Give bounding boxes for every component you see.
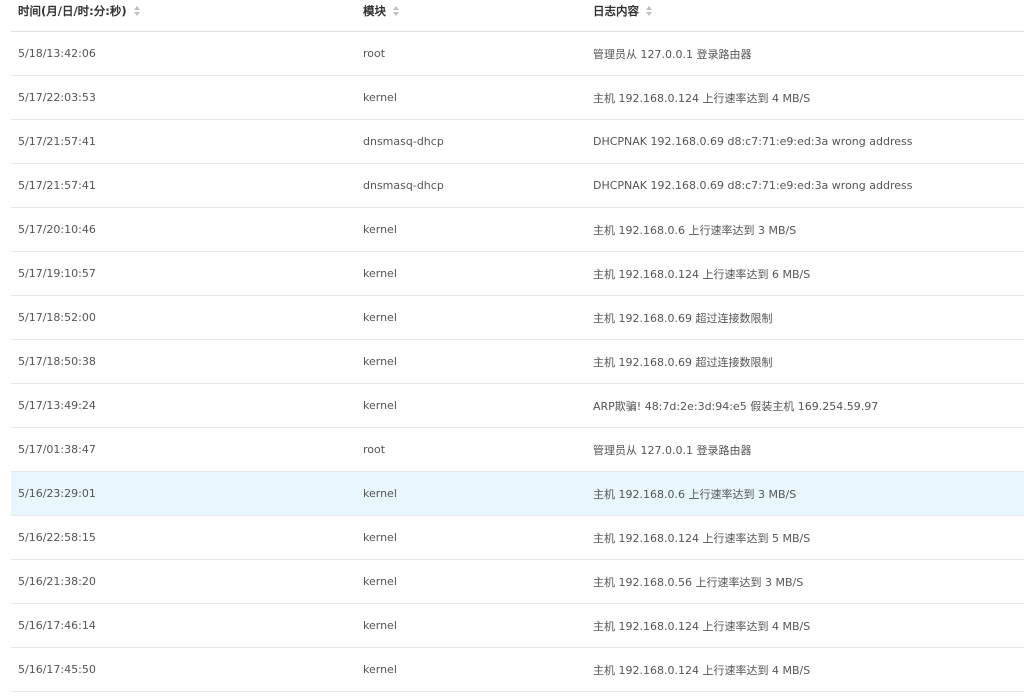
cell-time: 5/17/18:52:00 (18, 311, 96, 324)
table-row[interactable]: 5/17/13:49:24 kernel ARP欺骗! 48:7d:2e:3d:94… (11, 384, 1024, 428)
column-header-module[interactable]: 模块 (363, 0, 583, 22)
cell-content: 主机 192.168.0.69 超过连接数限制 (593, 311, 773, 325)
sort-caret-icon[interactable] (646, 6, 652, 16)
cell-time: 5/16/22:58:15 (18, 531, 96, 544)
cell-module: kernel (363, 355, 397, 368)
cell-content: 管理员从 127.0.0.1 登录路由器 (593, 443, 752, 457)
cell-content: 管理员从 127.0.0.1 登录路由器 (593, 47, 752, 61)
table-row[interactable]: 5/16/17:46:14 kernel 主机 192.168.0.124 上行速率… (11, 604, 1024, 648)
cell-module: kernel (363, 575, 397, 588)
table-row[interactable]: 5/17/18:52:00 kernel 主机 192.168.0.69 超过连接数… (11, 296, 1024, 340)
cell-time: 5/16/23:29:01 (18, 487, 96, 500)
cell-time: 5/17/21:57:41 (18, 179, 96, 192)
cell-module: kernel (363, 531, 397, 544)
cell-content: 主机 192.168.0.124 上行速率达到 4 MB/S (593, 91, 811, 105)
table-row[interactable]: 5/16/22:58:15 kernel 主机 192.168.0.124 上行速率… (11, 516, 1024, 560)
column-header-module-label: 模块 (363, 4, 386, 18)
table-body: 5/18/13:42:06 root 管理员从 127.0.0.1 登录路由器 5/1… (11, 32, 1024, 692)
column-header-time[interactable]: 时间(月/日/时:分:秒) (18, 0, 348, 22)
table-row[interactable]: 5/17/22:03:53 kernel 主机 192.168.0.124 上行速率… (11, 76, 1024, 120)
cell-module: kernel (363, 619, 397, 632)
cell-module: dnsmasq-dhcp (363, 179, 444, 192)
table-header: 时间(月/日/时:分:秒) 模块 日志内容 (11, 0, 1024, 32)
cell-time: 5/17/22:03:53 (18, 91, 96, 104)
column-header-content-label: 日志内容 (593, 4, 639, 18)
cell-time: 5/17/21:57:41 (18, 135, 96, 148)
cell-time: 5/16/17:45:50 (18, 663, 96, 676)
table-row[interactable]: 5/17/20:10:46 kernel 主机 192.168.0.6 上行速率达到… (11, 208, 1024, 252)
cell-content: 主机 192.168.0.56 上行速率达到 3 MB/S (593, 575, 804, 589)
cell-content: DHCPNAK 192.168.0.69 d8:c7:71:e9:ed:3a w… (593, 179, 913, 192)
table-row[interactable]: 5/18/13:42:06 root 管理员从 127.0.0.1 登录路由器 (11, 32, 1024, 76)
column-header-time-label: 时间(月/日/时:分:秒) (18, 4, 127, 18)
cell-module: kernel (363, 663, 397, 676)
table-row[interactable]: 5/16/17:45:50 kernel 主机 192.168.0.124 上行速率… (11, 648, 1024, 692)
cell-time: 5/18/13:42:06 (18, 47, 96, 60)
cell-time: 5/17/19:10:57 (18, 267, 96, 280)
cell-module: kernel (363, 487, 397, 500)
cell-content: 主机 192.168.0.6 上行速率达到 3 MB/S (593, 487, 797, 501)
cell-content: 主机 192.168.0.69 超过连接数限制 (593, 355, 773, 369)
table-row[interactable]: 5/17/21:57:41 dnsmasq-dhcp DHCPNAK 192.168… (11, 120, 1024, 164)
cell-module: kernel (363, 399, 397, 412)
cell-module: root (363, 47, 386, 60)
log-table: 时间(月/日/时:分:秒) 模块 日志内容 5/18/13:42:06 root 管… (11, 0, 1024, 692)
sort-caret-icon[interactable] (133, 6, 140, 16)
table-row[interactable]: 5/17/21:57:41 dnsmasq-dhcp DHCPNAK 192.168… (11, 164, 1024, 208)
cell-time: 5/16/21:38:20 (18, 575, 96, 588)
table-row[interactable]: 5/16/21:38:20 kernel 主机 192.168.0.56 上行速率达… (11, 560, 1024, 604)
cell-time: 5/16/17:46:14 (18, 619, 96, 632)
cell-module: kernel (363, 311, 397, 324)
cell-content: 主机 192.168.0.124 上行速率达到 4 MB/S (593, 619, 811, 633)
table-row[interactable]: 5/17/18:50:38 kernel 主机 192.168.0.69 超过连接数… (11, 340, 1024, 384)
table-row[interactable]: 5/17/19:10:57 kernel 主机 192.168.0.124 上行速率… (11, 252, 1024, 296)
cell-content: ARP欺骗! 48:7d:2e:3d:94:e5 假装主机 169.254.59… (593, 399, 879, 413)
table-row[interactable]: 5/17/01:38:47 root 管理员从 127.0.0.1 登录路由器 (11, 428, 1024, 472)
cell-time: 5/17/20:10:46 (18, 223, 96, 236)
cell-module: root (363, 443, 386, 456)
table-row[interactable]: 5/16/23:29:01 kernel 主机 192.168.0.6 上行速率达到… (11, 472, 1024, 516)
cell-content: 主机 192.168.0.6 上行速率达到 3 MB/S (593, 223, 797, 237)
cell-time: 5/17/13:49:24 (18, 399, 96, 412)
cell-content: 主机 192.168.0.124 上行速率达到 5 MB/S (593, 531, 811, 545)
cell-time: 5/17/01:38:47 (18, 443, 96, 456)
cell-module: kernel (363, 91, 397, 104)
cell-module: kernel (363, 223, 397, 236)
cell-module: dnsmasq-dhcp (363, 135, 444, 148)
sort-caret-icon[interactable] (393, 6, 399, 16)
cell-content: 主机 192.168.0.124 上行速率达到 4 MB/S (593, 663, 811, 677)
column-header-content[interactable]: 日志内容 (593, 0, 1024, 22)
cell-module: kernel (363, 267, 397, 280)
cell-content: 主机 192.168.0.124 上行速率达到 6 MB/S (593, 267, 811, 281)
cell-content: DHCPNAK 192.168.0.69 d8:c7:71:e9:ed:3a w… (593, 135, 913, 148)
cell-time: 5/17/18:50:38 (18, 355, 96, 368)
